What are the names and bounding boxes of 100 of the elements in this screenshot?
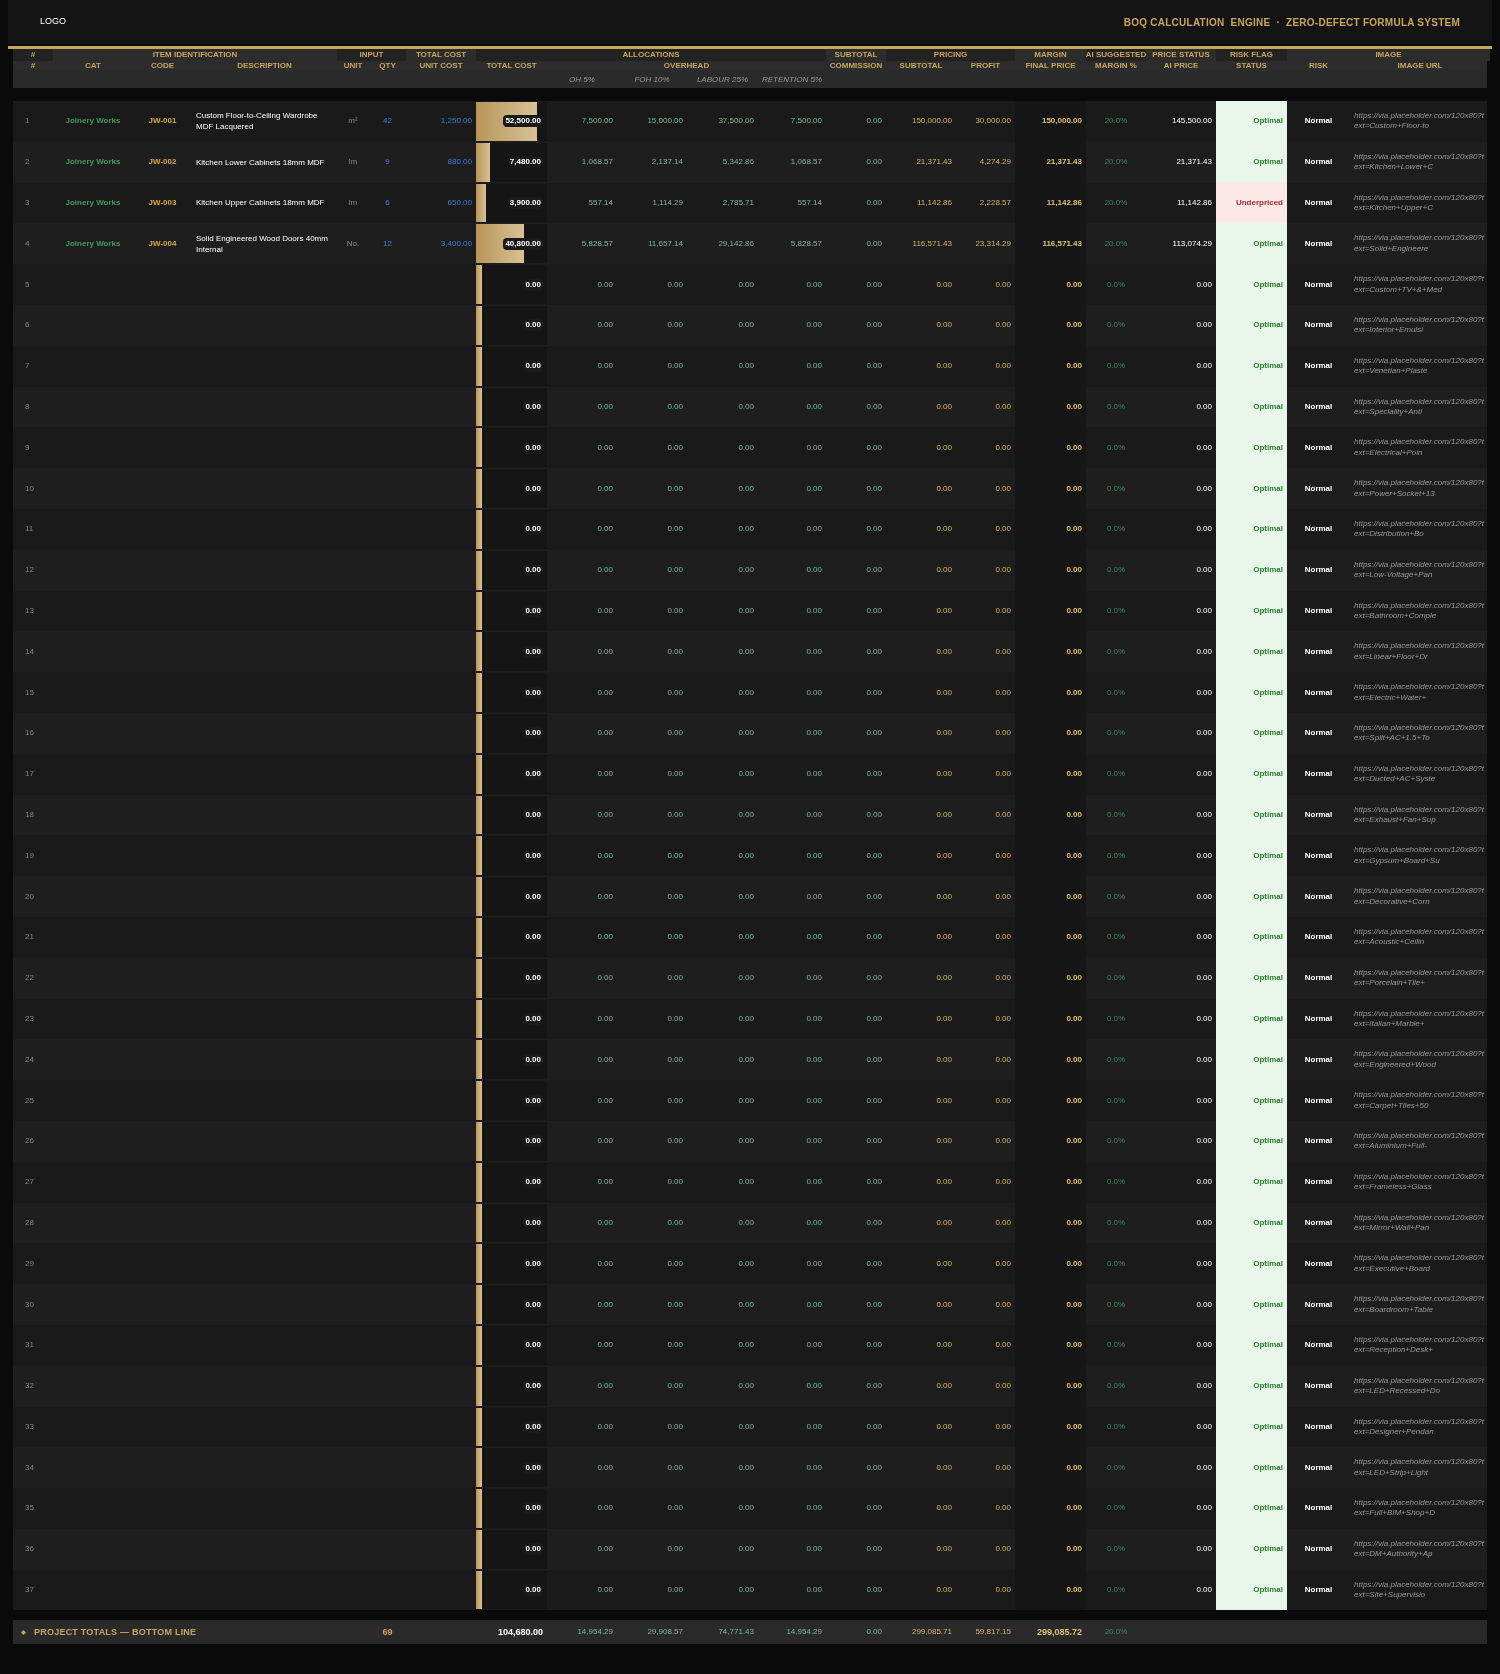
commission-cell: 0.00 (866, 727, 882, 740)
allocation-cell: 0.00 (738, 1012, 754, 1025)
allocation-cell: 0.00 (667, 1502, 683, 1515)
allocation-cell: 0.00 (667, 1012, 683, 1025)
commission-cell: 0.00 (866, 523, 882, 536)
subtotal-cell: 0.00 (936, 441, 952, 454)
ai-price-cell: 0.00 (1196, 604, 1212, 617)
total-cost-cell: 0.00 (523, 1339, 543, 1352)
commission-cell: 0.00 (866, 1012, 882, 1025)
allocation-cell: 0.00 (806, 1135, 822, 1148)
row-number: 29 (25, 1257, 34, 1270)
allocation-cell: 0.00 (738, 400, 754, 413)
profit-cell: 0.00 (995, 1339, 1011, 1352)
commission-cell: 0.00 (866, 441, 882, 454)
allocation-cell: 7,500.00 (790, 115, 822, 128)
group-header: PRICE STATUS (1152, 49, 1210, 61)
final-price-cell: 0.00 (1066, 604, 1082, 617)
profit-cell: 0.00 (995, 808, 1011, 821)
allocation-cell: 0.00 (667, 1216, 683, 1229)
allocation-cell: 0.00 (738, 1461, 754, 1474)
image-url-cell-text: https://via.placeholder.com/120x80?text=Italian+Marble+ (1354, 1008, 1485, 1030)
totals-allocation: 29,908.57 (647, 1626, 683, 1639)
allocation-cell: 0.00 (597, 1380, 613, 1393)
commission-cell: 0.00 (866, 278, 882, 291)
allocation-cell: 0.00 (806, 604, 822, 617)
risk-cell: Normal (1304, 1380, 1333, 1393)
commission-cell: 0.00 (866, 645, 882, 658)
column-header: UNIT (343, 60, 363, 72)
allocation-cell: 0.00 (667, 400, 683, 413)
allocation-cell: 0.00 (667, 645, 683, 658)
margin-cell: 0.0% (1106, 972, 1126, 985)
allocation-cell: 0.00 (597, 1584, 613, 1597)
allocation-cell: 0.00 (667, 1135, 683, 1148)
image-url-cell-text: https://via.placeholder.com/120x80?text=Electric+Water+ (1354, 682, 1485, 703)
status-label: Optimal (1253, 441, 1283, 454)
status-label: Underpriced (1235, 197, 1283, 209)
totals-total-cost: 104,680.00 (497, 1625, 543, 1639)
allocation-cell: 557.14 (797, 197, 822, 209)
code-cell: JW-003 (148, 197, 177, 209)
total-cost-cell: 0.00 (523, 727, 543, 740)
allocation-cell: 0.00 (806, 360, 822, 373)
allocation-cell: 0.00 (597, 604, 613, 617)
status-label: Optimal (1253, 523, 1283, 536)
profit-cell: 0.00 (995, 1135, 1011, 1148)
category-cell: Joinery Works (65, 237, 121, 250)
final-price-cell: 0.00 (1066, 808, 1082, 821)
final-price-cell: 0.00 (1066, 931, 1082, 944)
allocation-cell: 0.00 (667, 564, 683, 577)
final-price-cell: 0.00 (1066, 768, 1082, 781)
risk-cell: Normal (1304, 523, 1333, 536)
subtotal-cell: 21,371.43 (916, 156, 952, 169)
profit-cell: 4,274.29 (979, 156, 1011, 169)
margin-cell: 20.0% (1104, 115, 1128, 128)
allocation-cell: 0.00 (806, 523, 822, 536)
status-label: Optimal (1253, 1135, 1283, 1148)
status-label: Optimal (1253, 237, 1283, 250)
image-url-cell-text: https://via.placeholder.com/120x80?text=Designer+Pendan (1354, 1416, 1485, 1438)
status-label: Optimal (1253, 156, 1283, 169)
margin-cell: 0.0% (1106, 727, 1126, 740)
commission-cell: 0.00 (866, 360, 882, 373)
column-header: STATUS (1236, 60, 1267, 72)
commission-cell: 0.00 (866, 1094, 882, 1107)
commission-cell: 0.00 (866, 686, 882, 699)
risk-cell: Normal (1304, 727, 1333, 740)
profit-cell: 0.00 (995, 604, 1011, 617)
total-cost-cell: 0.00 (523, 523, 543, 536)
row-number: 16 (25, 727, 34, 740)
ai-price-cell: 0.00 (1196, 1502, 1212, 1515)
unit-cost-cell: 1,250.00 (440, 115, 472, 128)
margin-cell: 0.0% (1106, 319, 1126, 332)
allocation-cell: 0.00 (597, 1176, 613, 1189)
row-number: 32 (25, 1380, 34, 1393)
profit-cell: 0.00 (995, 1176, 1011, 1189)
margin-cell: 0.0% (1106, 849, 1126, 862)
ai-price-cell: 0.00 (1196, 1461, 1212, 1474)
allocation-cell: 0.00 (738, 645, 754, 658)
image-url-cell-text: https://via.placeholder.com/120x80?text=Executive+Board (1354, 1253, 1485, 1275)
subtotal-cell: 0.00 (936, 564, 952, 577)
row-number: 36 (25, 1543, 34, 1556)
subtotal-cell: 0.00 (936, 1298, 952, 1311)
allocation-cell: 0.00 (738, 278, 754, 291)
commission-cell: 0.00 (866, 1053, 882, 1066)
allocation-cell: 0.00 (806, 1339, 822, 1352)
final-price-cell: 0.00 (1066, 727, 1082, 740)
allocation-cell: 0.00 (806, 1543, 822, 1556)
allocation-cell: 0.00 (806, 1257, 822, 1270)
allocation-cell: 0.00 (597, 768, 613, 781)
row-number: 7 (25, 360, 30, 373)
commission-cell: 0.00 (866, 1584, 882, 1597)
margin-cell: 0.0% (1106, 1176, 1126, 1189)
risk-cell: Normal (1304, 1135, 1333, 1148)
margin-cell: 0.0% (1106, 1339, 1126, 1352)
profit-cell: 0.00 (995, 1420, 1011, 1433)
ai-price-cell: 0.00 (1196, 890, 1212, 903)
status-label: Optimal (1253, 1502, 1283, 1515)
final-price-cell: 0.00 (1066, 360, 1082, 373)
ai-price-cell: 0.00 (1196, 808, 1212, 821)
ai-price-cell: 0.00 (1196, 1176, 1212, 1189)
allocation-cell: 0.00 (667, 278, 683, 291)
allocation-cell: 0.00 (738, 482, 754, 495)
